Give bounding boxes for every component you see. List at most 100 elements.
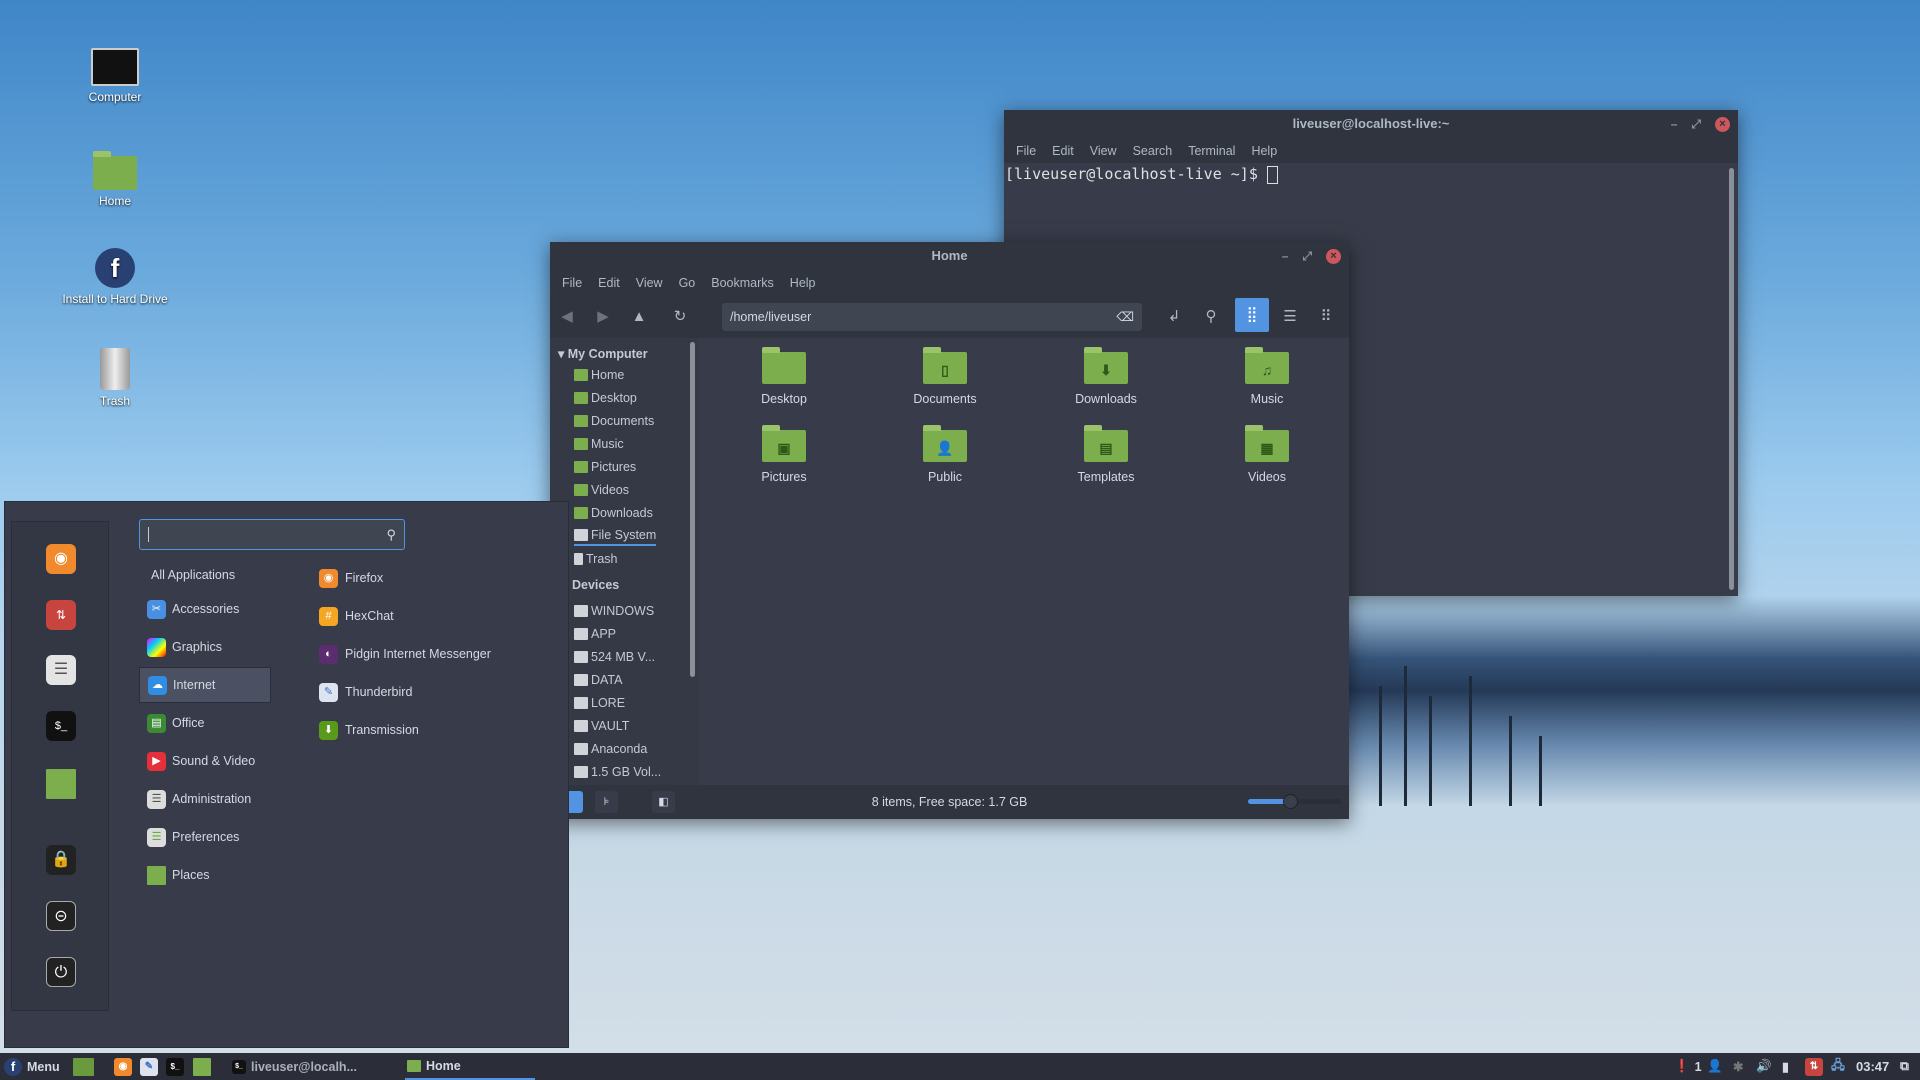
favorite-settings-icon[interactable]: ☰ xyxy=(46,655,76,685)
desktop-icon-trash[interactable]: Trash xyxy=(50,348,180,408)
file-item-documents[interactable]: ▯ Documents xyxy=(885,347,1005,406)
file-item-public[interactable]: 👤 Public xyxy=(885,425,1005,484)
menu-edit[interactable]: Edit xyxy=(1044,144,1082,158)
logout-icon[interactable]: ⊝ xyxy=(46,901,76,931)
list-view-button[interactable]: ☰ xyxy=(1276,303,1304,331)
desktop-icon-install[interactable]: f Install to Hard Drive xyxy=(50,248,180,306)
sidebar-item-music[interactable]: Music xyxy=(574,434,624,454)
reload-icon[interactable]: ↻ xyxy=(666,303,694,331)
search-icon[interactable]: ⚲ xyxy=(1197,303,1225,331)
menu-search[interactable]: Search xyxy=(1125,144,1181,158)
launcher-firefox[interactable]: ◉ xyxy=(114,1053,132,1080)
app-thunderbird[interactable]: ✎ Thunderbird xyxy=(319,677,412,707)
workspace-switcher[interactable]: ⧉ xyxy=(1900,1053,1909,1080)
network-applet[interactable]: 🖧 xyxy=(1831,1053,1845,1080)
menu-file[interactable]: File xyxy=(554,276,590,290)
sidebar-item-file-system[interactable]: File System xyxy=(574,526,657,546)
toggle-location-icon[interactable]: ↲ xyxy=(1160,303,1188,331)
category-accessories[interactable]: ✂ Accessories xyxy=(139,591,271,627)
menu-search-input[interactable]: ⚲ xyxy=(139,519,405,550)
category-all[interactable]: All Applications xyxy=(139,557,271,593)
sidebar-item-trash[interactable]: Trash xyxy=(574,549,618,569)
sidebar-item-videos[interactable]: Videos xyxy=(574,480,629,500)
location-input[interactable]: /home/liveuser ⌫ xyxy=(722,303,1142,331)
menu-file[interactable]: File xyxy=(1008,144,1044,158)
app-hexchat[interactable]: # HexChat xyxy=(319,601,394,631)
volume-applet[interactable]: 🔊 xyxy=(1756,1053,1772,1080)
launcher-terminal[interactable]: $_ xyxy=(166,1053,184,1080)
terminal-titlebar[interactable]: liveuser@localhost-live:~ – ⤢ × xyxy=(1004,110,1738,138)
menu-bookmarks[interactable]: Bookmarks xyxy=(703,276,782,290)
forward-icon[interactable]: ▶ xyxy=(589,303,617,331)
desktop-icon-computer[interactable]: Computer xyxy=(50,48,180,104)
launcher-thunderbird[interactable]: ✎ xyxy=(140,1053,158,1080)
device-item[interactable]: APP xyxy=(574,624,616,644)
lock-screen-icon[interactable]: 🔒 xyxy=(46,845,76,875)
files-titlebar[interactable]: Home – ⤢ × xyxy=(550,242,1349,270)
power-icon[interactable]: ⏻ xyxy=(46,957,76,987)
category-internet[interactable]: ☁ Internet xyxy=(139,667,271,703)
zoom-slider[interactable] xyxy=(1248,794,1341,809)
task-home[interactable]: Home xyxy=(405,1053,535,1080)
minimize-button[interactable]: – xyxy=(1671,110,1678,138)
close-button[interactable]: × xyxy=(1715,116,1730,132)
file-item-templates[interactable]: ▤ Templates xyxy=(1046,425,1166,484)
menu-terminal[interactable]: Terminal xyxy=(1180,144,1243,158)
bluetooth-applet[interactable]: ✱ xyxy=(1733,1053,1743,1080)
menu-help[interactable]: Help xyxy=(782,276,824,290)
file-item-pictures[interactable]: ▣ Pictures xyxy=(724,425,844,484)
category-graphics[interactable]: Graphics xyxy=(139,629,271,665)
up-icon[interactable]: ▲ xyxy=(625,303,653,331)
device-item[interactable]: Anaconda xyxy=(574,739,647,759)
maximize-button[interactable]: ⤢ xyxy=(1302,242,1312,270)
sidebar-item-pictures[interactable]: Pictures xyxy=(574,457,636,477)
category-sound-video[interactable]: ▶ Sound & Video xyxy=(139,743,271,779)
back-icon[interactable]: ◀ xyxy=(553,303,581,331)
favorite-software-update-icon[interactable]: ⇅ xyxy=(46,600,76,630)
terminal-scrollbar[interactable] xyxy=(1729,168,1734,590)
minimize-button[interactable]: – xyxy=(1282,242,1289,270)
sidebar-item-home[interactable]: Home xyxy=(574,365,624,385)
device-item[interactable]: 1.5 GB Vol... xyxy=(574,762,661,782)
user-applet[interactable]: 👤 xyxy=(1707,1053,1723,1080)
show-desktop-button[interactable] xyxy=(73,1053,94,1080)
clear-location-icon[interactable]: ⌫ xyxy=(1116,303,1134,331)
menu-go[interactable]: Go xyxy=(671,276,704,290)
category-administration[interactable]: ☰ Administration xyxy=(139,781,271,817)
close-button[interactable]: × xyxy=(1326,248,1341,264)
category-office[interactable]: ▤ Office xyxy=(139,705,271,741)
icon-view-button[interactable]: ⣿ xyxy=(1235,298,1269,332)
app-pidgin[interactable]: ◐ Pidgin Internet Messenger xyxy=(319,639,491,669)
app-transmission[interactable]: ⬇ Transmission xyxy=(319,715,419,745)
device-item[interactable]: LORE xyxy=(574,693,625,713)
compact-view-button[interactable]: ⠿ xyxy=(1312,303,1340,331)
my-computer-header[interactable]: ▾ My Computer xyxy=(558,346,648,361)
clock[interactable]: 03:47 xyxy=(1856,1053,1889,1080)
menu-view[interactable]: View xyxy=(628,276,671,290)
category-preferences[interactable]: ☰ Preferences xyxy=(139,819,271,855)
files-icon-view[interactable]: Desktop ▯ Documents ⬇ Downloads ♫ Music ▣ Pi… xyxy=(698,338,1349,785)
favorite-firefox-icon[interactable]: ◉ xyxy=(46,544,76,574)
file-item-downloads[interactable]: ⬇ Downloads xyxy=(1046,347,1166,406)
launcher-files[interactable] xyxy=(193,1053,211,1080)
app-firefox[interactable]: ◉ Firefox xyxy=(319,563,383,593)
favorite-terminal-icon[interactable]: $_ xyxy=(46,711,76,741)
task-terminal[interactable]: $_ liveuser@localh... xyxy=(232,1053,357,1080)
menu-view[interactable]: View xyxy=(1082,144,1125,158)
favorite-files-icon[interactable] xyxy=(46,769,76,799)
device-item[interactable]: WINDOWS xyxy=(574,601,654,621)
file-item-desktop[interactable]: Desktop xyxy=(724,347,844,406)
menu-edit[interactable]: Edit xyxy=(590,276,628,290)
sidebar-item-documents[interactable]: Documents xyxy=(574,411,654,431)
device-item[interactable]: 524 MB V... xyxy=(574,647,655,667)
menu-button[interactable]: f Menu xyxy=(4,1053,60,1080)
update-applet[interactable]: ⇅ xyxy=(1805,1053,1823,1080)
desktop-icon-home[interactable]: Home xyxy=(50,151,180,208)
maximize-button[interactable]: ⤢ xyxy=(1691,110,1701,138)
menu-help[interactable]: Help xyxy=(1243,144,1285,158)
file-item-music[interactable]: ♫ Music xyxy=(1207,347,1327,406)
zoom-slider-handle[interactable] xyxy=(1282,794,1298,809)
sidebar-scrollbar[interactable] xyxy=(690,342,695,677)
notifications-applet[interactable]: ❗ 1 xyxy=(1674,1053,1702,1080)
device-item[interactable]: DATA xyxy=(574,670,622,690)
